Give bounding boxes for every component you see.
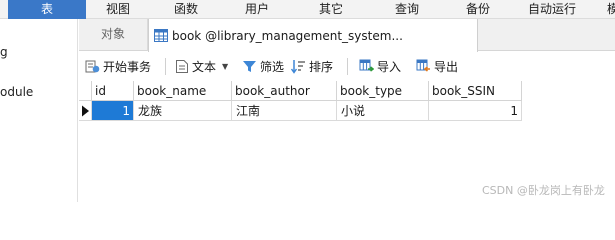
table-cell-book-name[interactable]: 龙族 <box>134 101 232 121</box>
menu-item-backup[interactable]: 备份 <box>457 0 499 19</box>
tab-book-table-label: book @library_management_system... <box>172 28 403 43</box>
begin-transaction-button[interactable]: 开始事务 <box>85 56 151 76</box>
column-header-id[interactable]: id <box>92 81 134 101</box>
tab-strip: 对象 book @library_management_system... <box>79 19 615 52</box>
toolbar-divider <box>347 58 348 75</box>
begin-transaction-label: 开始事务 <box>103 59 152 74</box>
table-cell-book-ssin[interactable]: 1 <box>429 101 522 121</box>
menu-item-query[interactable]: 查询 <box>386 0 428 19</box>
nav-item-connection[interactable]: g <box>0 45 8 59</box>
table-cell-book-type[interactable]: 小说 <box>337 101 429 121</box>
document-icon <box>176 59 188 73</box>
import-button-label: 导入 <box>377 59 402 74</box>
sort-button-label: 排序 <box>309 59 334 74</box>
menu-item-view[interactable]: 视图 <box>97 0 139 19</box>
menu-item-automation[interactable]: 自动运行 <box>520 0 584 19</box>
table-icon <box>154 29 168 42</box>
menu-item-table[interactable]: 表 <box>8 0 86 19</box>
transaction-icon <box>85 60 100 72</box>
column-header-book-type[interactable]: book_type <box>337 81 429 101</box>
toolbar-divider <box>165 58 166 75</box>
sort-button[interactable]: 排序 <box>291 56 333 76</box>
row-indicator[interactable] <box>79 101 92 121</box>
nav-item-module[interactable]: odule <box>0 85 33 99</box>
menu-item-other[interactable]: 其它 <box>310 0 352 19</box>
grid-corner <box>79 81 92 101</box>
text-button[interactable]: 文本 ▼ <box>175 56 228 76</box>
column-header-book-ssin[interactable]: book_SSIN <box>429 81 522 101</box>
tab-objects[interactable]: 对象 <box>79 19 148 51</box>
navigation-panel: g odule <box>0 19 78 202</box>
filter-icon <box>243 60 256 72</box>
tab-book-table[interactable]: book @library_management_system... <box>148 19 478 52</box>
filter-button-label: 筛选 <box>260 59 285 74</box>
export-button-label: 导出 <box>434 59 459 74</box>
export-button[interactable]: 导出 <box>416 56 458 76</box>
column-header-book-name[interactable]: book_name <box>134 81 232 101</box>
current-row-arrow-icon <box>82 105 89 117</box>
menu-bar: 表 视图 函数 用户 其它 查询 备份 自动运行 模 <box>0 0 615 19</box>
text-button-label: 文本 <box>192 59 217 74</box>
watermark: CSDN @卧龙岗上有卧龙 <box>482 184 605 197</box>
import-button[interactable]: 导入 <box>359 56 401 76</box>
table-cell-book-author[interactable]: 江南 <box>232 101 337 121</box>
sort-icon <box>291 59 305 74</box>
chevron-down-icon[interactable]: ▼ <box>222 62 228 71</box>
filter-button[interactable]: 筛选 <box>242 56 284 76</box>
menu-item-model[interactable]: 模 <box>603 0 615 19</box>
table-toolbar: 开始事务 文本 ▼ 筛选 排序 导入 导出 <box>79 52 615 80</box>
export-icon <box>416 59 430 72</box>
menu-item-function[interactable]: 函数 <box>165 0 207 19</box>
import-icon <box>359 59 374 72</box>
table-cell-id[interactable]: 1 <box>92 101 134 121</box>
menu-item-user[interactable]: 用户 <box>236 0 278 19</box>
column-header-book-author[interactable]: book_author <box>232 81 337 101</box>
